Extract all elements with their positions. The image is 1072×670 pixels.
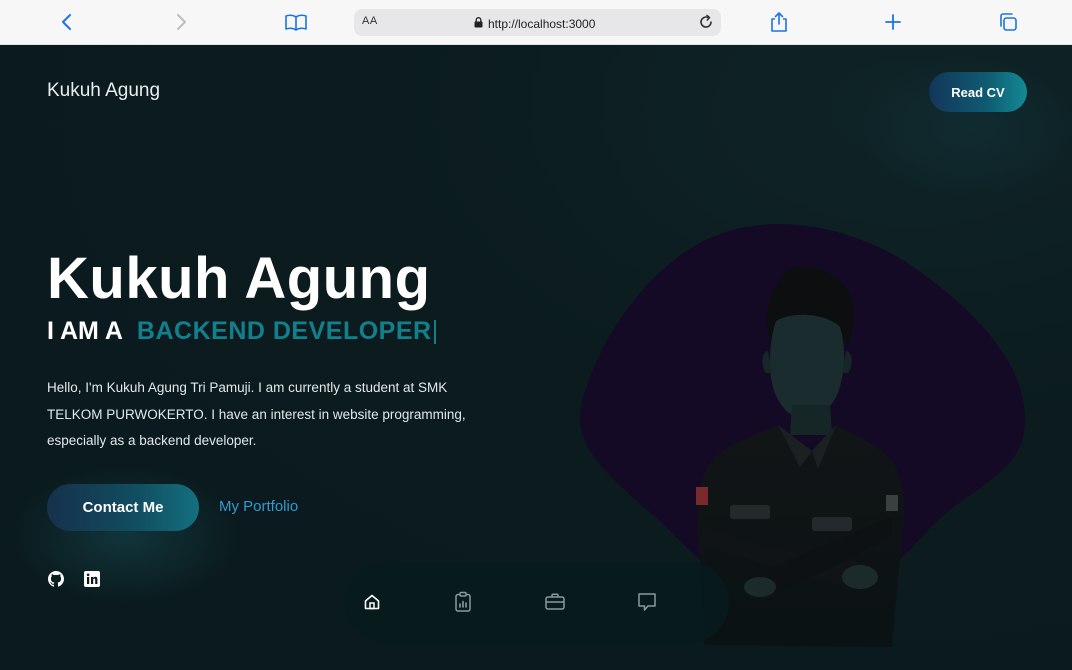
my-portfolio-link[interactable]: My Portfolio bbox=[219, 498, 298, 515]
browser-toolbar: AA http://localhost:3000 bbox=[0, 0, 1072, 45]
home-icon[interactable] bbox=[359, 589, 385, 615]
read-cv-button[interactable]: Read CV bbox=[929, 72, 1027, 112]
new-tab-icon[interactable] bbox=[880, 10, 906, 34]
back-arrow-icon[interactable] bbox=[54, 10, 80, 34]
lock-icon bbox=[474, 15, 483, 33]
forward-arrow-icon[interactable] bbox=[168, 10, 194, 34]
contact-me-button[interactable]: Contact Me bbox=[47, 484, 199, 531]
role-line: I AM A BACKEND DEVELOPER bbox=[47, 317, 436, 346]
hero-name: Kukuh Agung bbox=[47, 246, 431, 311]
chat-icon[interactable] bbox=[634, 589, 660, 615]
github-icon[interactable] bbox=[48, 571, 64, 587]
role-prefix: I AM A bbox=[47, 317, 123, 345]
site-brand[interactable]: Kukuh Agung bbox=[47, 80, 160, 102]
reload-icon[interactable] bbox=[697, 13, 715, 36]
share-icon[interactable] bbox=[766, 10, 792, 34]
role-typewriter: BACKEND DEVELOPER bbox=[136, 317, 432, 345]
briefcase-icon[interactable] bbox=[542, 589, 568, 615]
portfolio-page: Kukuh Agung Read CV Kukuh Agung I AM A B… bbox=[0, 45, 1072, 670]
reader-view-button[interactable]: AA bbox=[362, 15, 378, 27]
typing-cursor bbox=[433, 319, 436, 344]
address-bar[interactable]: AA http://localhost:3000 bbox=[354, 9, 721, 36]
linkedin-icon[interactable] bbox=[84, 571, 100, 587]
bottom-nav bbox=[345, 562, 729, 643]
tabs-icon[interactable] bbox=[995, 10, 1021, 34]
clipboard-chart-icon[interactable] bbox=[450, 589, 476, 615]
bookmarks-icon[interactable] bbox=[283, 10, 309, 34]
bio-text: Hello, I'm Kukuh Agung Tri Pamuji. I am … bbox=[47, 380, 466, 448]
url-text: http://localhost:3000 bbox=[488, 17, 596, 31]
